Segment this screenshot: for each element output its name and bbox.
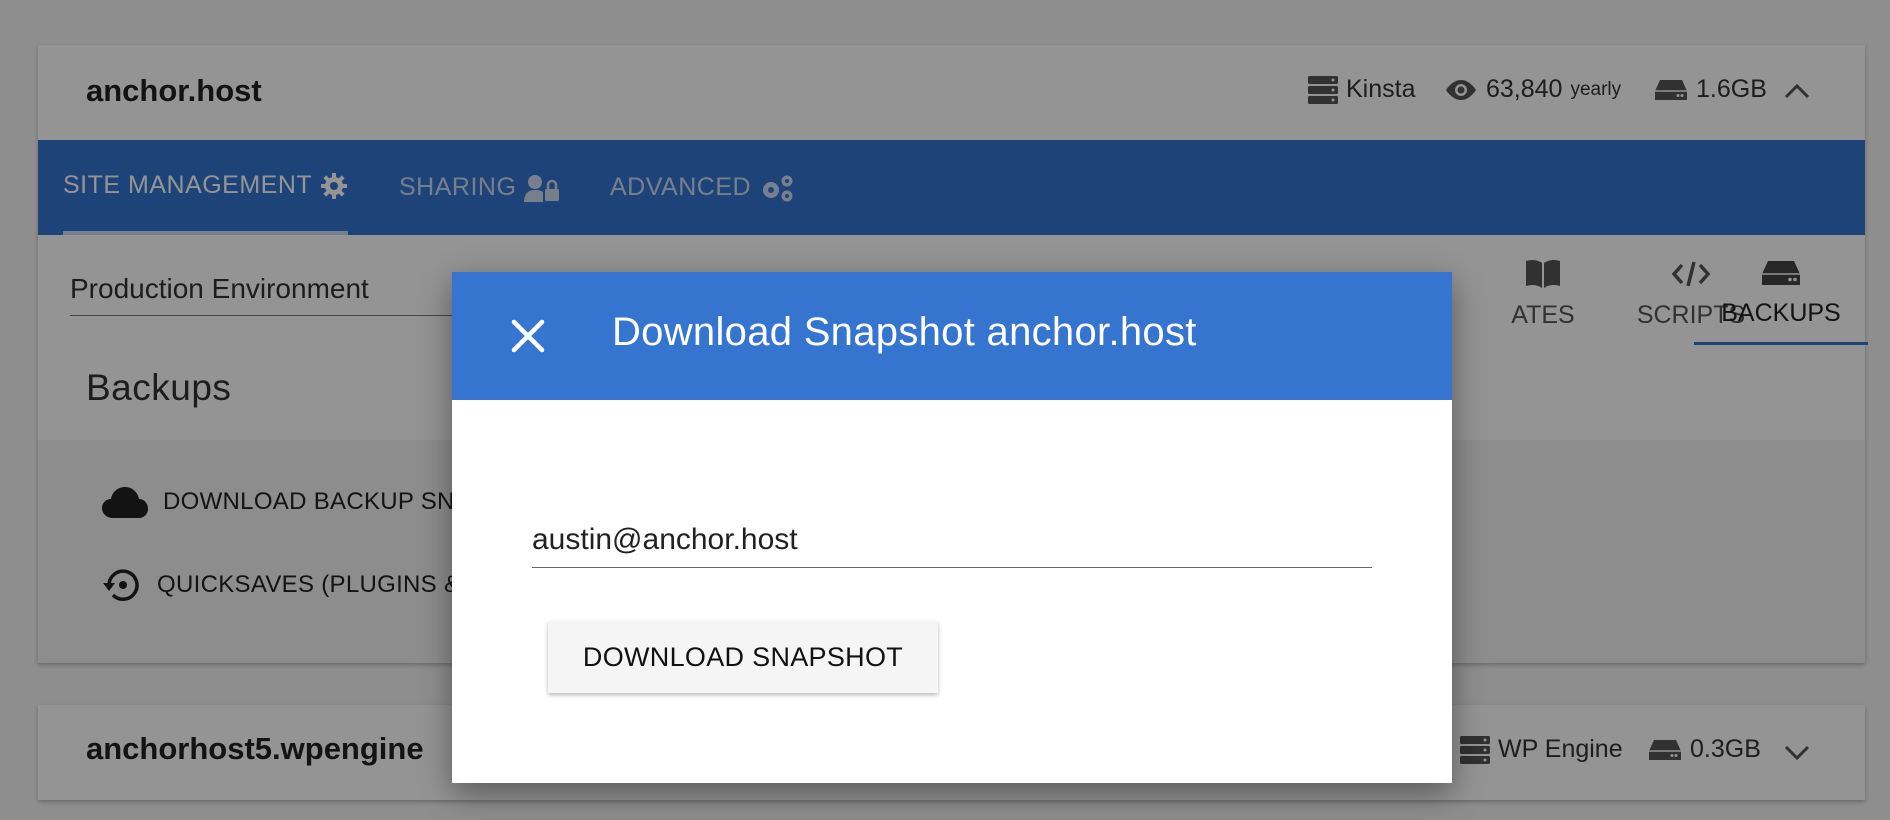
download-snapshot-button[interactable]: DOWNLOAD SNAPSHOT bbox=[548, 621, 938, 693]
dialog-toolbar: Download Snapshot anchor.host bbox=[452, 272, 1452, 400]
email-field[interactable] bbox=[532, 512, 1372, 568]
download-snapshot-dialog: Download Snapshot anchor.host DOWNLOAD S… bbox=[452, 272, 1452, 783]
dialog-title: Download Snapshot anchor.host bbox=[612, 310, 1197, 354]
close-icon[interactable] bbox=[504, 312, 552, 360]
